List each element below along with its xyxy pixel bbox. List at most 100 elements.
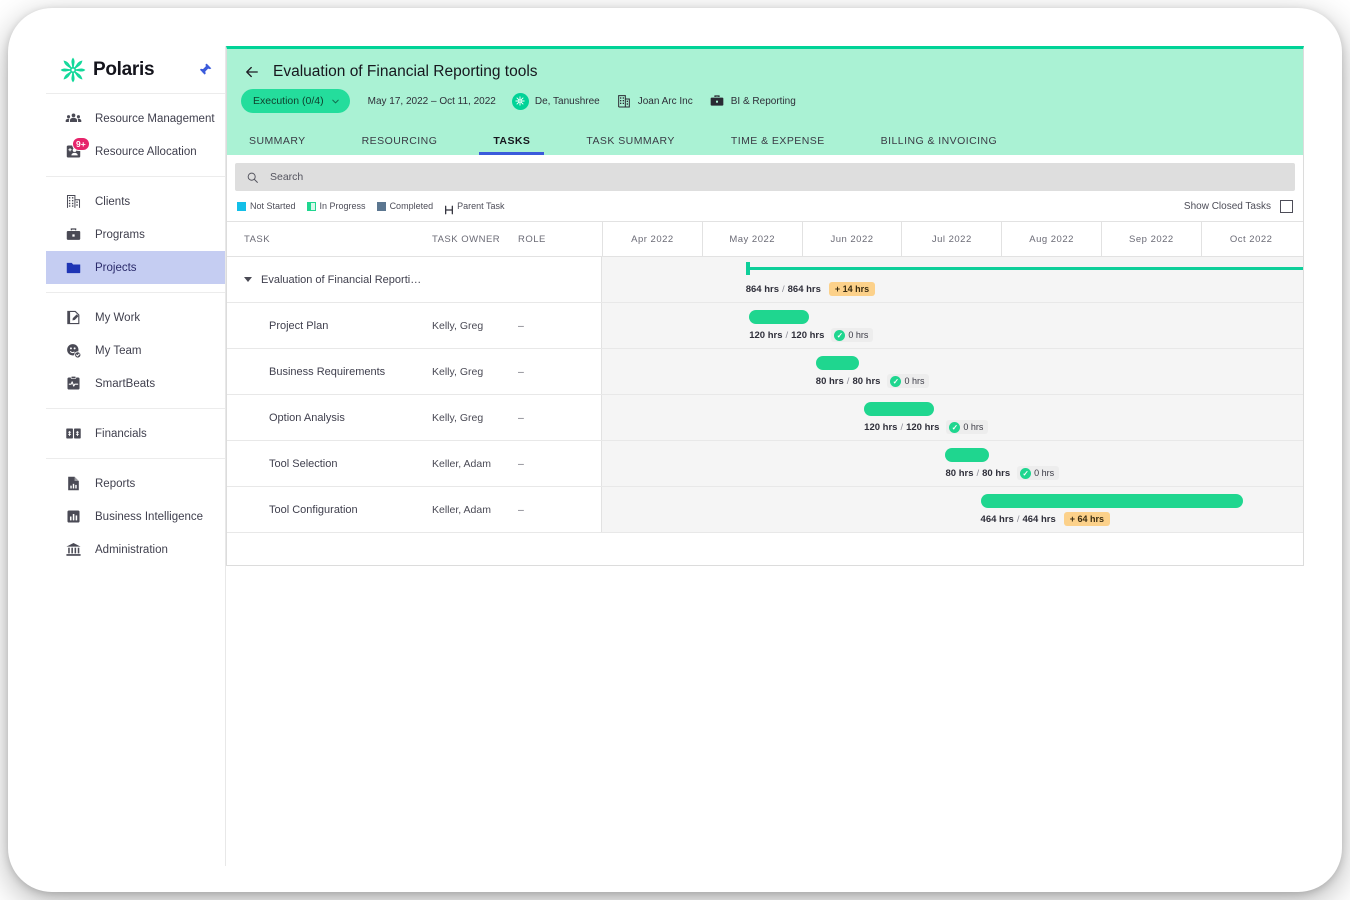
variance-label: 0 hrs	[904, 376, 924, 386]
gantt-task-bar[interactable]	[945, 448, 988, 462]
month-column-jul-2022: Jul 2022	[901, 222, 1001, 256]
cell-gantt: 80 hrs/80 hrs✓0 hrs	[602, 441, 1303, 486]
cell-task-owner: Keller, Adam	[432, 487, 518, 532]
variance-label: 0 hrs	[1034, 468, 1054, 478]
task-name-label: Tool Configuration	[269, 504, 358, 516]
cell-task-name[interactable]: Option Analysis	[227, 395, 432, 440]
search-area	[227, 155, 1303, 191]
tab-billing-invoicing[interactable]: BILLING & INVOICING	[881, 135, 998, 155]
notification-badge: 9+	[72, 137, 90, 151]
phase-chip-label: Execution (0/4)	[253, 95, 324, 107]
gantt-hours-label: 864 hrs/864 hrs+ 14 hrs	[746, 282, 875, 296]
parent-task-row[interactable]: Evaluation of Financial Reporti…864 hrs/…	[227, 257, 1303, 303]
show-closed-tasks-toggle[interactable]: Show Closed Tasks	[1184, 200, 1293, 213]
expand-caret-icon[interactable]	[244, 277, 252, 282]
cell-task-name[interactable]: Business Requirements	[227, 349, 432, 394]
sidebar-item-resource-management[interactable]: Resource Management	[46, 102, 225, 135]
tab-tasks[interactable]: TASKS	[493, 135, 530, 155]
variance-badge-ok: ✓0 hrs	[887, 374, 929, 388]
gantt-parent-bar[interactable]	[746, 266, 1304, 271]
gantt-hours-label: 80 hrs/80 hrs✓0 hrs	[816, 374, 930, 388]
cell-task-owner	[432, 257, 518, 302]
actual-hours: 120 hrs	[864, 422, 897, 433]
task-name-label: Option Analysis	[269, 412, 345, 424]
table-row[interactable]: Option AnalysisKelly, Greg–120 hrs/120 h…	[227, 395, 1303, 441]
sidebar-item-my-team[interactable]: My Team	[46, 334, 225, 367]
cell-task-name[interactable]: Evaluation of Financial Reporti…	[227, 257, 432, 302]
gantt-task-bar[interactable]	[749, 310, 809, 324]
project-client-name: Joan Arc Inc	[638, 96, 693, 107]
variance-badge-over: + 14 hrs	[829, 282, 875, 296]
sidebar-item-administration[interactable]: Administration	[46, 533, 225, 566]
cell-task-name[interactable]: Project Plan	[227, 303, 432, 348]
legend-item: Parent Task	[444, 201, 504, 211]
tab-time-expense[interactable]: TIME & EXPENSE	[731, 135, 825, 155]
hours-separator: /	[1017, 514, 1020, 525]
sidebar-item-my-work[interactable]: My Work	[46, 301, 225, 334]
legend-swatch-not-started	[237, 202, 246, 211]
sidebar-item-reports[interactable]: Reports	[46, 467, 225, 500]
tab-task-summary[interactable]: TASK SUMMARY	[586, 135, 674, 155]
table-row[interactable]: Business RequirementsKelly, Greg–80 hrs/…	[227, 349, 1303, 395]
show-closed-tasks-checkbox[interactable]	[1280, 200, 1293, 213]
sidebar-item-smartbeats[interactable]: SmartBeats	[46, 367, 225, 400]
gantt-task-bar[interactable]	[864, 402, 934, 416]
gantt-task-bar[interactable]	[981, 494, 1244, 508]
cell-role: –	[518, 303, 602, 348]
table-header-row: TASK TASK OWNER ROLE Apr 2022May 2022Jun…	[227, 221, 1303, 257]
cell-task-name[interactable]: Tool Configuration	[227, 487, 432, 532]
task-name-label: Evaluation of Financial Reporti…	[261, 274, 421, 286]
legend-row: Not StartedIn ProgressCompletedParent Ta…	[227, 191, 1303, 221]
legend-label: Parent Task	[457, 201, 504, 211]
check-icon: ✓	[834, 330, 845, 341]
sidebar: Polaris Resource Management9+Resource Al…	[46, 46, 226, 866]
project-program[interactable]: BI & Reporting	[709, 93, 796, 109]
search-input[interactable]	[270, 171, 570, 183]
sidebar-item-label: Resource Allocation	[95, 146, 197, 158]
sidebar-item-programs[interactable]: Programs	[46, 218, 225, 251]
cell-role	[518, 257, 602, 302]
actual-hours: 864 hrs	[746, 284, 779, 295]
table-row[interactable]: Project PlanKelly, Greg–120 hrs/120 hrs✓…	[227, 303, 1303, 349]
search-box[interactable]	[235, 163, 1295, 191]
project-program-name: BI & Reporting	[731, 96, 796, 107]
tab-resourcing[interactable]: RESOURCING	[362, 135, 438, 155]
sidebar-item-projects[interactable]: Projects	[46, 251, 225, 284]
planned-hours: 120 hrs	[791, 330, 824, 341]
project-meta-row: Execution (0/4) May 17, 2022 – Oct 11, 2…	[227, 81, 1303, 125]
sidebar-item-financials[interactable]: Financials	[46, 417, 225, 450]
cell-role: –	[518, 487, 602, 532]
check-icon: ✓	[949, 422, 960, 433]
project-owner[interactable]: De, Tanushree	[512, 93, 600, 110]
tab-summary[interactable]: SUMMARY	[249, 135, 306, 155]
table-row[interactable]: Tool SelectionKeller, Adam–80 hrs/80 hrs…	[227, 441, 1303, 487]
legend-item: Not Started	[237, 201, 296, 211]
phase-chip[interactable]: Execution (0/4)	[241, 89, 350, 113]
table-row[interactable]: Tool Configuration Keller, Adam–464 hrs/4…	[227, 487, 1303, 533]
sidebar-item-label: Financials	[95, 428, 147, 440]
pushpin-icon[interactable]	[197, 62, 213, 78]
hours-separator: /	[785, 330, 788, 341]
planned-hours: 120 hrs	[906, 422, 939, 433]
book-dollar-icon	[64, 425, 82, 443]
sidebar-item-resource-allocation[interactable]: 9+ Resource Allocation	[46, 135, 225, 168]
app-screen: Polaris Resource Management9+Resource Al…	[46, 46, 1304, 866]
pencil-board-icon	[64, 309, 82, 327]
task-name-label: Tool Selection	[269, 458, 338, 470]
cell-task-name[interactable]: Tool Selection	[227, 441, 432, 486]
gantt-hours-label: 120 hrs/120 hrs✓0 hrs	[864, 420, 988, 434]
sidebar-item-business-intelligence[interactable]: Business Intelligence	[46, 500, 225, 533]
tablet-device-frame: Polaris Resource Management9+Resource Al…	[8, 8, 1342, 892]
month-column-aug-2022: Aug 2022	[1001, 222, 1101, 256]
sidebar-group: Resource Management 9+ Resource Allocation	[46, 94, 225, 177]
sidebar-item-label: Programs	[95, 229, 145, 241]
actual-hours: 80 hrs	[816, 376, 844, 387]
month-column-sep-2022: Sep 2022	[1101, 222, 1201, 256]
gantt-task-bar[interactable]	[816, 356, 859, 370]
sidebar-item-clients[interactable]: Clients	[46, 185, 225, 218]
back-arrow-icon[interactable]	[243, 63, 261, 81]
project-client[interactable]: Joan Arc Inc	[616, 93, 693, 109]
hours-separator: /	[847, 376, 850, 387]
variance-label: 0 hrs	[848, 330, 868, 340]
cell-gantt: 464 hrs/464 hrs+ 64 hrs	[602, 487, 1303, 532]
